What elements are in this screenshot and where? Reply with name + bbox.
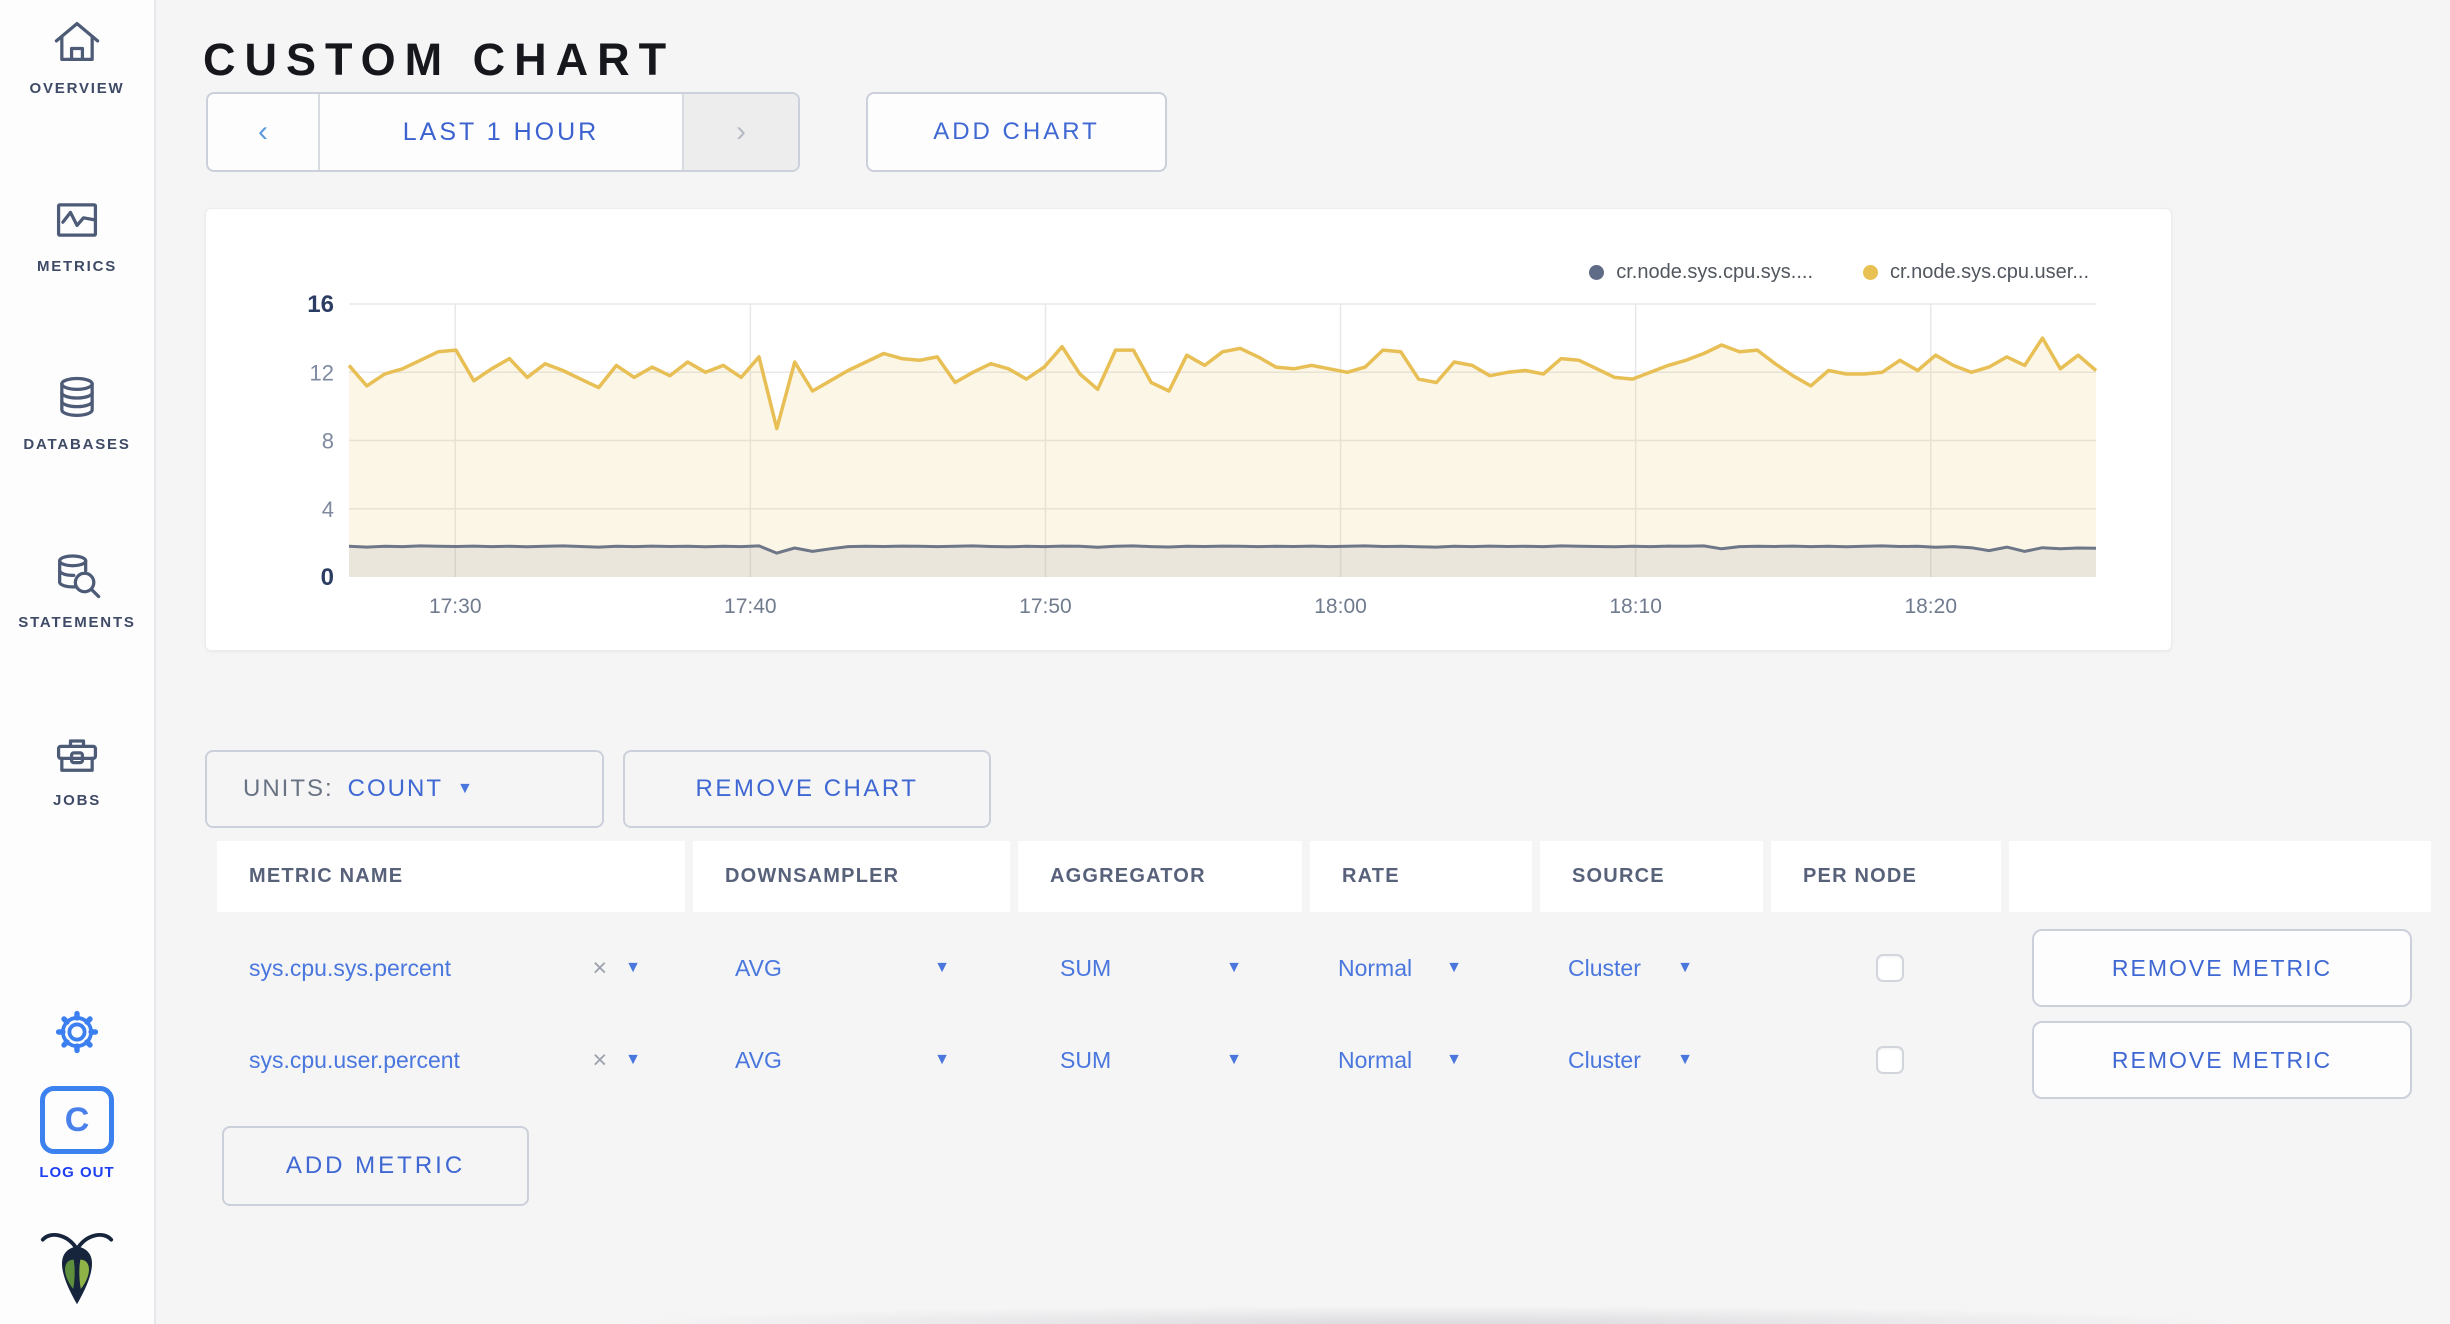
time-range-next-button[interactable]: ›: [684, 94, 798, 170]
logout-button[interactable]: C LOG OUT: [0, 1086, 154, 1181]
svg-text:8: 8: [322, 429, 334, 454]
table-body: sys.cpu.sys.percent × ▼ AVG ▼ SUM ▼ Norm…: [217, 922, 2431, 1106]
downsampler-select[interactable]: AVG ▼: [693, 1047, 1018, 1074]
metric-name: sys.cpu.sys.percent: [249, 954, 451, 981]
chevron-down-icon: ▼: [625, 1051, 641, 1068]
chevron-left-icon: ‹: [258, 115, 268, 148]
chevron-down-icon: ▼: [1446, 959, 1462, 976]
settings-button[interactable]: [0, 1006, 154, 1058]
per-node-checkbox[interactable]: [1876, 1046, 1904, 1074]
rate-select[interactable]: Normal ▼: [1310, 955, 1540, 982]
sidebar-item-label: METRICS: [36, 258, 118, 275]
time-range-label[interactable]: LAST 1 HOUR: [318, 94, 684, 170]
cockroach-bug-icon: [40, 1233, 114, 1305]
svg-text:17:50: 17:50: [1019, 595, 1072, 618]
chevron-down-icon: ▼: [934, 1051, 950, 1068]
sidebar-item-label: OVERVIEW: [29, 80, 125, 97]
remove-metric-button[interactable]: REMOVE METRIC: [2032, 1021, 2412, 1099]
col-header-actions: [2009, 841, 2431, 912]
clear-icon[interactable]: ×: [593, 954, 608, 983]
graph-icon: [56, 203, 98, 237]
col-header-downsampler: DOWNSAMPLER: [693, 841, 1018, 912]
database-icon: [60, 376, 94, 417]
logout-label: LOG OUT: [39, 1164, 115, 1181]
chevron-down-icon: ▼: [1226, 959, 1242, 976]
add-chart-button[interactable]: ADD CHART: [866, 92, 1167, 172]
svg-text:4: 4: [322, 497, 334, 522]
svg-text:16: 16: [307, 291, 334, 318]
sidebar-item-databases[interactable]: DATABASES: [0, 372, 154, 453]
sidebar-item-label: DATABASES: [23, 436, 131, 453]
gear-icon: [55, 1010, 99, 1054]
chevron-down-icon: ▼: [1677, 1051, 1693, 1068]
col-header-aggregator: AGGREGATOR: [1018, 841, 1310, 912]
table-row: sys.cpu.sys.percent × ▼ AVG ▼ SUM ▼ Norm…: [217, 922, 2431, 1014]
sidebar-item-label: STATEMENTS: [18, 614, 136, 631]
next-section-shadow: [630, 1306, 2230, 1324]
units-dropdown[interactable]: UNITS: COUNT ▼: [205, 750, 604, 828]
sidebar-item-statements[interactable]: STATEMENTS: [0, 550, 154, 631]
chevron-down-icon: ▼: [934, 959, 950, 976]
cockroach-logo: [0, 1226, 154, 1316]
svg-text:18:00: 18:00: [1314, 595, 1367, 618]
sidebar-item-overview[interactable]: OVERVIEW: [0, 16, 154, 97]
units-value: COUNT: [347, 775, 443, 802]
svg-text:12: 12: [310, 360, 334, 385]
page-title: CUSTOM CHART: [203, 34, 676, 86]
time-range-prev-button[interactable]: ‹: [208, 94, 318, 170]
chevron-down-icon: ▼: [1226, 1051, 1242, 1068]
per-node-checkbox[interactable]: [1876, 954, 1904, 982]
source-select[interactable]: Cluster ▼: [1540, 955, 1771, 982]
col-header-per-node: PER NODE: [1771, 841, 2009, 912]
remove-chart-button[interactable]: REMOVE CHART: [623, 750, 991, 828]
units-label: UNITS:: [243, 775, 334, 802]
remove-metric-button[interactable]: REMOVE METRIC: [2032, 929, 2412, 1007]
rate-select[interactable]: Normal ▼: [1310, 1047, 1540, 1074]
add-metric-button[interactable]: ADD METRIC: [222, 1126, 529, 1206]
chevron-down-icon: ▼: [1446, 1051, 1462, 1068]
metrics-table: METRIC NAME DOWNSAMPLER AGGREGATOR RATE …: [217, 841, 2431, 1106]
sidebar-item-jobs[interactable]: JOBS: [0, 728, 154, 809]
metric-name: sys.cpu.user.percent: [249, 1046, 460, 1073]
time-range-picker: ‹ LAST 1 HOUR ›: [206, 92, 800, 172]
downsampler-select[interactable]: AVG ▼: [693, 955, 1018, 982]
sidebar-item-label: JOBS: [52, 792, 102, 809]
clear-icon[interactable]: ×: [593, 1046, 608, 1075]
chart-plot: 17:30 17:40 17:50 18:00 18:10 18:20 0 4 8 12 16: [307, 291, 2098, 618]
col-header-metric-name: METRIC NAME: [217, 841, 693, 912]
source-select[interactable]: Cluster ▼: [1540, 1047, 1771, 1074]
chevron-down-icon: ▼: [625, 959, 641, 976]
cockroach-c-icon: C: [40, 1086, 114, 1154]
col-header-rate: RATE: [1310, 841, 1540, 912]
table-row: sys.cpu.user.percent × ▼ AVG ▼ SUM ▼ Nor…: [217, 1014, 2431, 1106]
briefcase-icon: [56, 739, 98, 772]
database-search-icon: [58, 554, 101, 599]
home-icon: [54, 21, 100, 61]
svg-text:0: 0: [321, 564, 334, 591]
table-header-row: METRIC NAME DOWNSAMPLER AGGREGATOR RATE …: [217, 841, 2431, 912]
metric-name-select[interactable]: sys.cpu.sys.percent × ▼: [217, 954, 693, 983]
chevron-right-icon: ›: [736, 115, 746, 148]
svg-text:17:40: 17:40: [724, 595, 777, 618]
aggregator-select[interactable]: SUM ▼: [1018, 1047, 1310, 1074]
svg-text:17:30: 17:30: [429, 595, 482, 618]
sidebar-item-metrics[interactable]: METRICS: [0, 194, 154, 275]
sidebar: OVERVIEW METRICS DATABASES STATEMENTS JO…: [0, 0, 156, 1324]
metric-name-select[interactable]: sys.cpu.user.percent × ▼: [217, 1046, 693, 1075]
chevron-down-icon: ▼: [1677, 959, 1693, 976]
chevron-down-icon: ▼: [457, 780, 475, 797]
svg-text:18:10: 18:10: [1609, 595, 1662, 618]
aggregator-select[interactable]: SUM ▼: [1018, 955, 1310, 982]
col-header-source: SOURCE: [1540, 841, 1771, 912]
svg-text:18:20: 18:20: [1904, 595, 1957, 618]
chart-card: cr.node.sys.cpu.sys.... cr.node.sys.cpu.…: [205, 208, 2172, 651]
